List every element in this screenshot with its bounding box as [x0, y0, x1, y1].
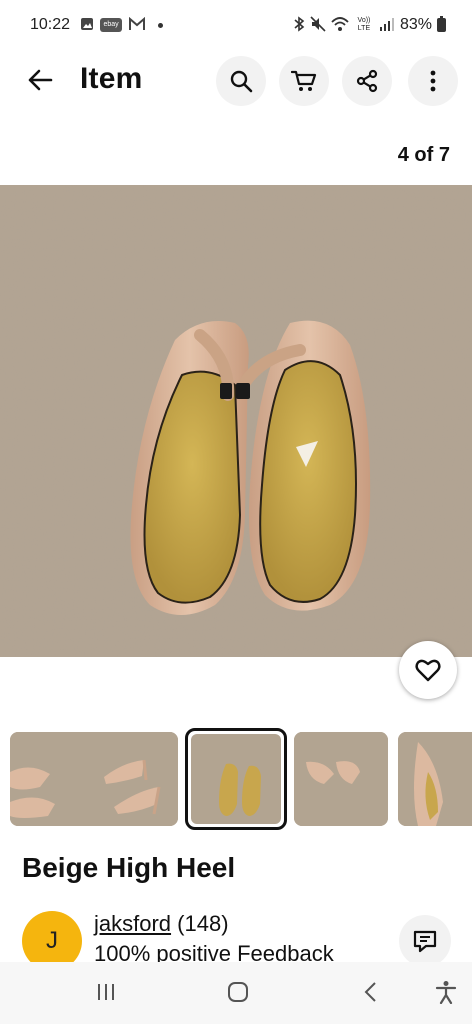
back-icon — [364, 982, 376, 1002]
page-title: Item — [80, 62, 143, 95]
seller-score: (148) — [177, 911, 229, 936]
message-icon — [413, 930, 437, 953]
thumbnail-4[interactable] — [294, 732, 388, 826]
image-counter: 4 of 7 — [397, 144, 450, 166]
bluetooth-icon — [293, 15, 305, 35]
status-bar: 10:22 ebay Vo)) LTE 83% — [0, 0, 472, 50]
arrow-left-icon — [28, 69, 53, 91]
home-icon — [228, 982, 248, 1002]
contact-seller-button[interactable] — [399, 915, 451, 967]
share-icon — [356, 69, 378, 93]
right-shoe — [236, 320, 371, 611]
status-time: 10:22 — [30, 16, 71, 33]
seller-name-link[interactable]: jaksford — [94, 911, 171, 936]
cart-button[interactable] — [279, 56, 329, 106]
cart-icon — [291, 70, 317, 91]
accessibility-button[interactable] — [426, 976, 466, 1008]
battery-icon — [437, 16, 446, 32]
item-title: Beige High Heel — [22, 852, 236, 883]
system-nav-bar — [0, 962, 472, 1024]
recents-button[interactable] — [86, 976, 126, 1008]
status-left: 10:22 ebay — [30, 16, 164, 34]
back-nav-button[interactable] — [350, 976, 390, 1008]
more-vertical-icon — [430, 70, 436, 92]
gmail-icon — [128, 16, 146, 33]
seller-line: jaksford (148) — [94, 911, 229, 937]
thumbnail-3-selected[interactable] — [185, 728, 287, 830]
more-options-button[interactable] — [408, 56, 458, 106]
heart-icon — [415, 659, 441, 682]
main-product-image[interactable] — [0, 185, 472, 657]
thumbnail-2[interactable] — [84, 732, 178, 826]
ebay-icon: ebay — [100, 18, 123, 32]
home-button[interactable] — [218, 976, 258, 1008]
notification-dot-icon — [158, 22, 164, 28]
gallery-icon — [80, 17, 94, 33]
thumbnail-strip — [0, 728, 472, 830]
search-button[interactable] — [216, 56, 266, 106]
recents-icon — [98, 984, 114, 1000]
thumbnail-5[interactable] — [398, 732, 472, 826]
watchlist-button[interactable] — [399, 641, 457, 699]
share-button[interactable] — [342, 56, 392, 106]
mute-icon — [310, 15, 326, 35]
seller-section: J jaksford (148) 100% positive Feedback — [0, 905, 472, 971]
battery-percent: 83% — [399, 16, 432, 33]
volte-icon: Vo)) LTE — [357, 17, 371, 32]
wifi-icon — [331, 16, 349, 35]
thumbnail-3-image — [191, 734, 281, 824]
back-button[interactable] — [20, 60, 60, 100]
status-right: Vo)) LTE 83% — [293, 15, 446, 35]
signal-icon — [379, 17, 395, 34]
top-app-bar: Item — [0, 52, 472, 110]
accessibility-icon — [435, 981, 457, 1004]
search-icon — [230, 70, 253, 93]
